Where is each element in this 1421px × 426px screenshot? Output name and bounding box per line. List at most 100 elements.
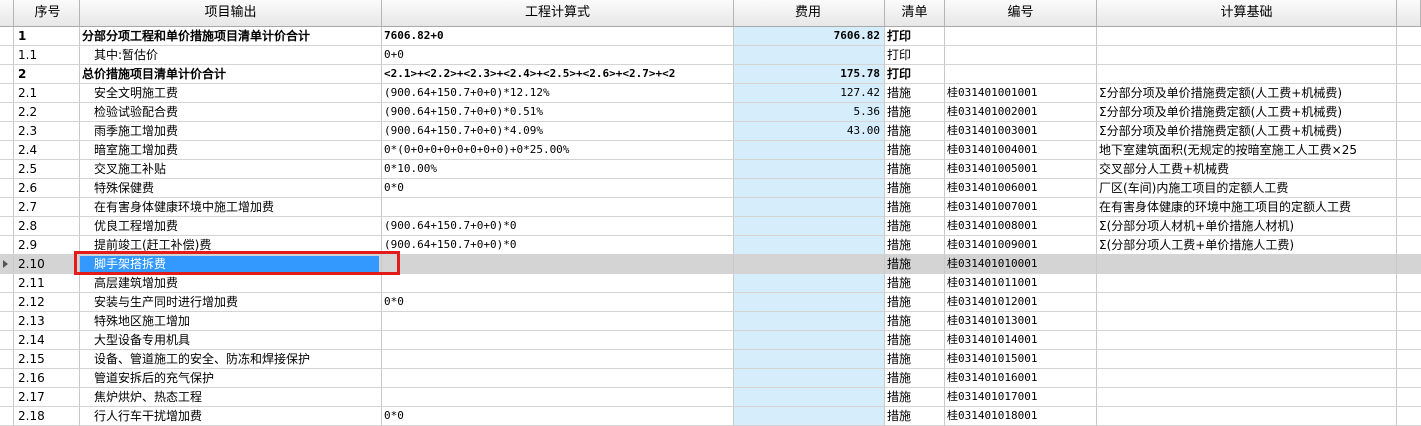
cell-list[interactable]: 措施 [885,293,945,312]
cell-formula[interactable]: (900.64+150.7+0+0)*0 [382,217,734,236]
table-row[interactable]: 2.3 雨季施工增加费 (900.64+150.7+0+0)*4.09% 43.00 措… [0,122,1421,141]
table-row[interactable]: 2.16 管道安拆后的充气保护 措施 桂031401016001 [0,369,1421,388]
cell-base[interactable] [1097,312,1397,331]
cell-base[interactable] [1097,407,1397,426]
cell-code[interactable]: 桂031401004001 [945,141,1097,160]
cell-formula[interactable]: 0*10.00% [382,160,734,179]
row-indicator[interactable] [0,179,14,198]
cell-base[interactable] [1097,65,1397,84]
row-indicator[interactable] [0,141,14,160]
cell-name[interactable]: 焦炉烘炉、热态工程 [80,388,382,407]
row-indicator[interactable] [0,217,14,236]
cell-list[interactable]: 措施 [885,103,945,122]
cell-fee[interactable] [734,293,885,312]
cell-code[interactable]: 桂031401011001 [945,274,1097,293]
table-row[interactable]: 2 总价措施项目清单计价合计 <2.1>+<2.2>+<2.3>+<2.4>+<2.… [0,65,1421,84]
row-indicator[interactable] [0,236,14,255]
header-formula[interactable]: 工程计算式 [382,0,734,26]
cell-seq[interactable]: 2.9 [14,236,80,255]
cell-code[interactable] [945,46,1097,65]
cell-name[interactable]: 行人行车干扰增加费 [80,407,382,426]
cell-list[interactable]: 措施 [885,388,945,407]
cell-list[interactable]: 措施 [885,331,945,350]
cell-formula[interactable]: 0*(0+0+0+0+0+0+0+0)+0*25.00% [382,141,734,160]
cell-seq[interactable]: 2.18 [14,407,80,426]
cell-code[interactable]: 桂031401006001 [945,179,1097,198]
cell-fee[interactable] [734,217,885,236]
table-row[interactable]: 2.6 特殊保健费 0*0 措施 桂031401006001 厂区(车间)内施工项目的定额… [0,179,1421,198]
cell-base[interactable]: Σ分部分项及单价措施费定额(人工费+机械费) [1097,84,1397,103]
table-row[interactable]: 2.5 交叉施工补贴 0*10.00% 措施 桂031401005001 交叉部分人工费+… [0,160,1421,179]
cell-formula[interactable]: (900.64+150.7+0+0)*0 [382,236,734,255]
cell-fee[interactable] [734,179,885,198]
cell-name[interactable]: 雨季施工增加费 [80,122,382,141]
cell-fee[interactable] [734,331,885,350]
cell-list[interactable]: 措施 [885,141,945,160]
cell-name[interactable]: 分部分项工程和单价措施项目清单计价合计 [80,27,382,46]
cell-code[interactable]: 桂031401010001 [945,255,1097,274]
table-row[interactable]: 2.8 优良工程增加费 (900.64+150.7+0+0)*0 措施 桂0314010… [0,217,1421,236]
cell-fee[interactable] [734,388,885,407]
header-code[interactable]: 编号 [945,0,1097,26]
cell-list[interactable]: 措施 [885,198,945,217]
cell-code[interactable]: 桂031401012001 [945,293,1097,312]
cell-seq[interactable]: 2.5 [14,160,80,179]
cell-base[interactable] [1097,369,1397,388]
cell-seq[interactable]: 2.2 [14,103,80,122]
cell-formula[interactable] [382,388,734,407]
cell-base[interactable]: 交叉部分人工费+机械费 [1097,160,1397,179]
cell-fee[interactable] [734,141,885,160]
cell-base[interactable] [1097,255,1397,274]
cell-formula[interactable] [382,274,734,293]
cell-formula[interactable]: (900.64+150.7+0+0)*4.09% [382,122,734,141]
cell-name[interactable]: 高层建筑增加费 [80,274,382,293]
cell-list[interactable]: 措施 [885,84,945,103]
header-list[interactable]: 清单 [885,0,945,26]
cell-formula[interactable]: (900.64+150.7+0+0)*12.12% [382,84,734,103]
cell-code[interactable] [945,65,1097,84]
table-row[interactable]: 2.7 在有害身体健康环境中施工增加费 措施 桂031401007001 在有害身体健康… [0,198,1421,217]
cell-list[interactable]: 措施 [885,407,945,426]
cell-fee[interactable] [734,350,885,369]
cell-list[interactable]: 措施 [885,217,945,236]
cell-code[interactable]: 桂031401007001 [945,198,1097,217]
cell-name[interactable]: 交叉施工补贴 [80,160,382,179]
cell-base[interactable] [1097,331,1397,350]
cell-seq[interactable]: 2.12 [14,293,80,312]
cell-code[interactable]: 桂031401009001 [945,236,1097,255]
cell-formula[interactable] [382,198,734,217]
cell-fee[interactable]: 127.42 [734,84,885,103]
cell-seq[interactable]: 1.1 [14,46,80,65]
cell-base[interactable]: 地下室建筑面积(无规定的按暗室施工人工费×25 [1097,141,1397,160]
cell-seq[interactable]: 2.1 [14,84,80,103]
cell-list[interactable]: 措施 [885,369,945,388]
header-base[interactable]: 计算基础 [1097,0,1397,26]
cell-seq[interactable]: 2.16 [14,369,80,388]
cell-base[interactable] [1097,274,1397,293]
cell-formula[interactable]: <2.1>+<2.2>+<2.3>+<2.4>+<2.5>+<2.6>+<2.7… [382,65,734,84]
table-row[interactable]: 2.12 安装与生产同时进行增加费 0*0 措施 桂031401012001 [0,293,1421,312]
header-seq[interactable]: 序号 [14,0,80,26]
cell-code[interactable]: 桂031401014001 [945,331,1097,350]
cell-formula[interactable]: 7606.82+0 [382,27,734,46]
header-name[interactable]: 项目输出 [80,0,382,26]
cell-seq[interactable]: 2.4 [14,141,80,160]
cell-code[interactable]: 桂031401003001 [945,122,1097,141]
table-row[interactable]: 2.13 特殊地区施工增加 措施 桂031401013001 [0,312,1421,331]
cell-list[interactable]: 措施 [885,236,945,255]
row-indicator[interactable] [0,274,14,293]
cell-code[interactable]: 桂031401013001 [945,312,1097,331]
row-indicator[interactable] [0,84,14,103]
cell-name[interactable]: 在有害身体健康环境中施工增加费 [80,198,382,217]
cell-name[interactable]: 特殊保健费 [80,179,382,198]
cell-name[interactable]: 安全文明施工费 [80,84,382,103]
cell-code[interactable]: 桂031401005001 [945,160,1097,179]
cell-fee[interactable] [734,160,885,179]
row-indicator[interactable] [0,103,14,122]
cell-code[interactable]: 桂031401015001 [945,350,1097,369]
cell-fee[interactable]: 7606.82 [734,27,885,46]
cell-formula[interactable]: 0*0 [382,407,734,426]
cell-name[interactable]: 暗室施工增加费 [80,141,382,160]
table-row[interactable]: 2.18 行人行车干扰增加费 0*0 措施 桂031401018001 [0,407,1421,426]
cell-code[interactable] [945,27,1097,46]
